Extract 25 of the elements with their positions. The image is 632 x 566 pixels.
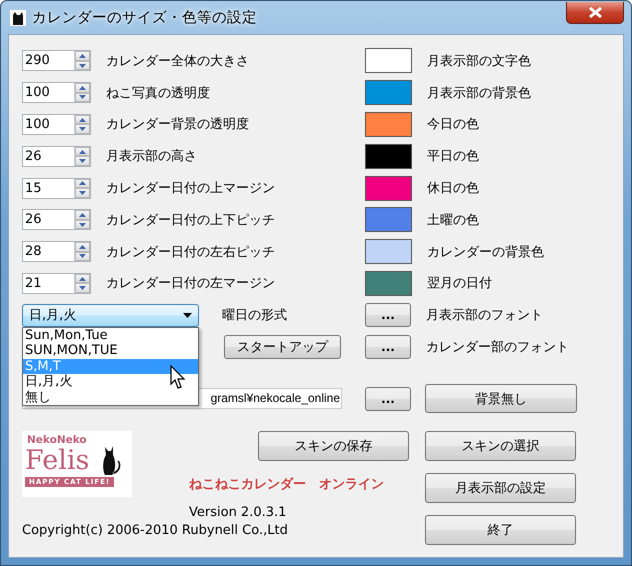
font-label: カレンダー部のフォント: [426, 339, 569, 356]
color-label: 月表示部の文字色: [427, 52, 531, 70]
copyright-text: Copyright(c) 2006-2010 Rubynell Co.,Ltd: [22, 522, 289, 538]
color-label: 今日の色: [427, 116, 479, 134]
window-title: カレンダーのサイズ・色等の設定: [32, 8, 257, 27]
logo-name: Felis: [25, 446, 90, 476]
color-label: 休日の色: [427, 180, 479, 198]
app-name: ねこねこカレンダー オンライン: [189, 476, 384, 492]
weekday-format-label: 曜日の形式: [222, 307, 287, 324]
version-text: Version 2.0.3.1: [189, 504, 288, 520]
setting-label: ねこ写真の透明度: [106, 84, 210, 102]
setting-label: カレンダー日付の上マージン: [106, 180, 275, 198]
color-label: 平日の色: [427, 148, 479, 166]
color-label: 月表示部の背景色: [427, 84, 531, 102]
color-label: 翌月の日付: [427, 275, 492, 292]
setting-label: カレンダー日付の左右ピッチ: [106, 244, 275, 261]
setting-label: カレンダー背景の透明度: [106, 116, 249, 134]
color-label: カレンダーの背景色: [427, 244, 544, 261]
color-label: 土曜の色: [427, 212, 479, 229]
font-label: 月表示部のフォント: [426, 307, 543, 324]
setting-label: カレンダー日付の上下ピッチ: [106, 212, 275, 229]
logo-text: NekoNeko: [27, 434, 87, 446]
setting-label: カレンダー全体の大きさ: [106, 52, 249, 70]
setting-label: カレンダー日付の左マージン: [106, 275, 275, 292]
setting-label: 月表示部の高さ: [106, 148, 197, 166]
